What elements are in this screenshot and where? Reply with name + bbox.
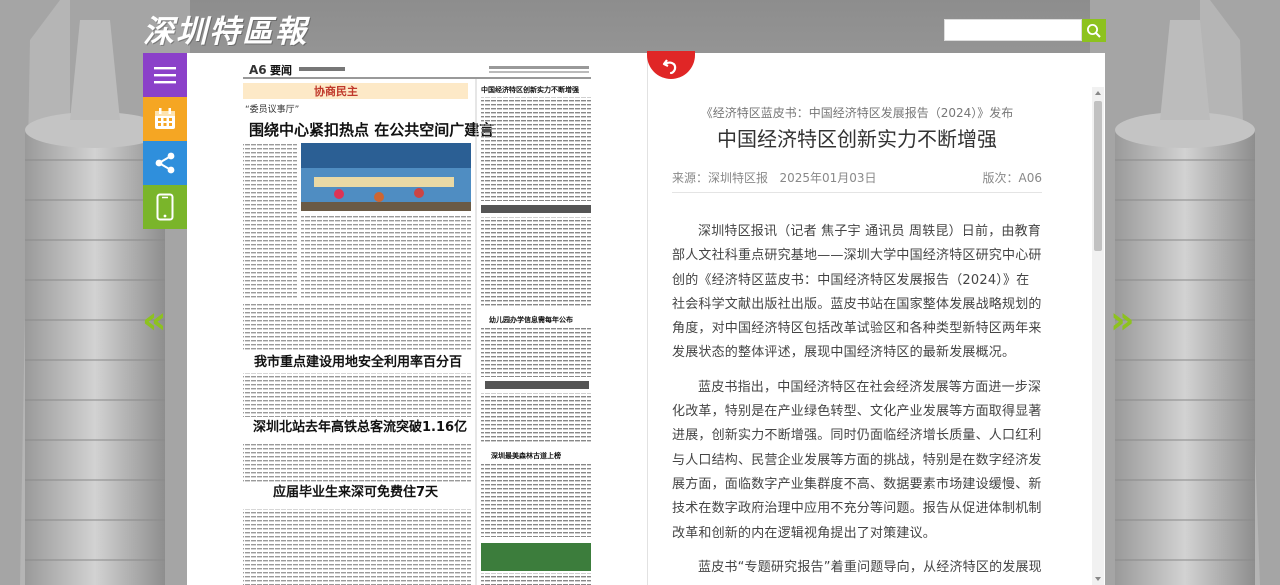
headline-5: 深圳北站去年高铁总客流突破1.16亿: [253, 419, 467, 435]
prev-page-arrow[interactable]: «: [142, 300, 167, 340]
share-button[interactable]: [143, 141, 187, 185]
search-button[interactable]: [1082, 19, 1106, 42]
side-toolbar: [143, 53, 187, 229]
scroll-up-arrow[interactable]: [1095, 91, 1101, 95]
calendar-button[interactable]: [143, 97, 187, 141]
headline-6: 应届毕业生来深可免费住7天: [273, 484, 439, 500]
scroll-thumb[interactable]: [1094, 101, 1102, 251]
search-input[interactable]: [944, 19, 1082, 41]
article-edition: 版次：A06: [982, 171, 1042, 185]
content-panel: A6 要闻 协商民主 “委员议事厅” 围绕中心紧扣热点 在公共空间广建言 我市重…: [187, 51, 1105, 585]
next-page-arrow[interactable]: »: [1110, 300, 1135, 340]
scroll-down-arrow[interactable]: [1095, 577, 1101, 581]
headline-2: 围绕中心紧扣热点 在公共空间广建言: [249, 121, 494, 139]
headline-3: 中国经济特区创新实力不断增强: [481, 85, 579, 94]
newspaper-page-image[interactable]: A6 要闻 协商民主 “委员议事厅” 围绕中心紧扣热点 在公共空间广建言 我市重…: [239, 59, 595, 585]
page-label: A6: [249, 63, 267, 77]
panel-divider: [647, 53, 648, 585]
article-paragraph: 深圳特区报讯（记者 焦子宇 通讯员 周轶昆）日前，由教育部人文社科重点研究基地—…: [672, 224, 1042, 361]
section-label: 要闻: [270, 63, 292, 77]
share-icon: [155, 152, 175, 174]
article: 《经济特区蓝皮书：中国经济特区发展报告（2024）》发布 中国经济特区创新实力不…: [672, 93, 1042, 580]
headline-1: “委员议事厅”: [245, 103, 299, 115]
article-source: 来源：深圳特区报 2025年01月03日: [672, 171, 877, 185]
site-logo[interactable]: 深圳特區報: [143, 6, 308, 50]
menu-button[interactable]: [143, 53, 187, 97]
search-icon: [1087, 23, 1101, 38]
article-paragraph: 蓝皮书指出，中国经济特区在社会经济发展等方面进一步深化改革，特别是在产业绿色转型…: [672, 379, 1042, 541]
back-arrow-icon: [662, 59, 677, 75]
article-scrollbar[interactable]: [1092, 87, 1104, 585]
article-paragraph: 蓝皮书“专题研究报告”着重问题导向，从经济特区的发展现状、比较分析、政策建议为切…: [698, 559, 1042, 575]
mobile-button[interactable]: [143, 185, 187, 229]
headline-4: 我市重点建设用地安全利用率百分百: [254, 354, 462, 370]
article-date: 2025年01月03日: [779, 171, 877, 185]
search-box: [944, 19, 1106, 43]
article-title: 中国经济特区创新实力不断增强: [717, 127, 997, 151]
headline-7: 幼儿园办学信息需每年公布: [489, 315, 573, 324]
menu-icon: [154, 67, 176, 84]
banner-text: 协商民主: [314, 84, 358, 98]
calendar-icon: [155, 108, 175, 129]
city-tower-right: [1090, 0, 1280, 585]
article-subtitle: 《经济特区蓝皮书：中国经济特区发展报告（2024）》发布: [700, 106, 1014, 120]
mobile-icon: [156, 193, 174, 221]
article-meta: 来源：深圳特区报 2025年01月03日 版次：A06: [672, 168, 1042, 193]
back-button[interactable]: [647, 51, 695, 79]
headline-8: 深圳最美森林古道上榜: [491, 451, 561, 460]
article-body: 深圳特区报讯（记者 焦子宇 通讯员 周轶昆）日前，由教育部人文社科重点研究基地—…: [672, 220, 1042, 580]
